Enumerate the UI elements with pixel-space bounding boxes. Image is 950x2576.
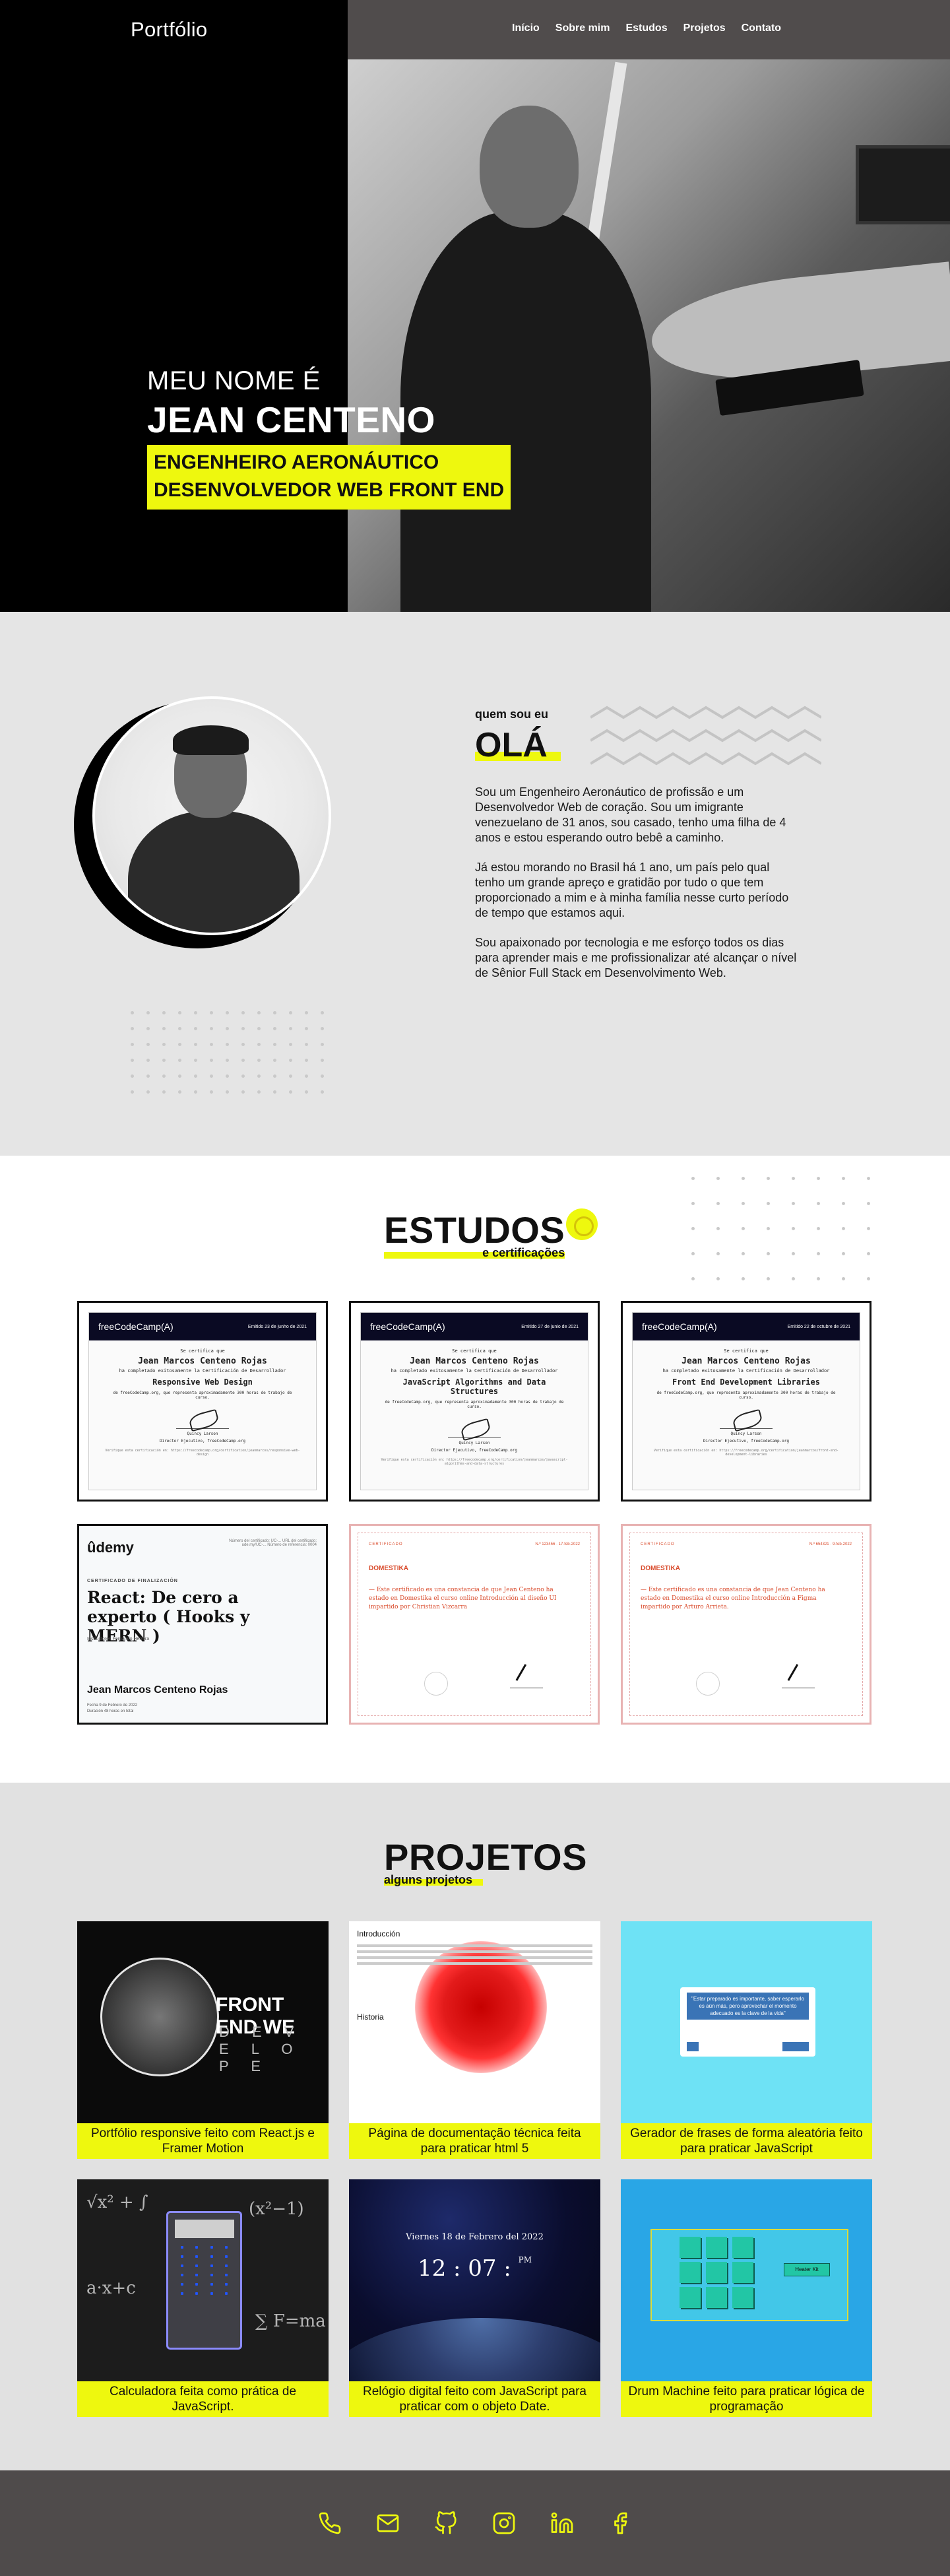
project-card[interactable]: Viernes 18 de Febrero del 2022 12 : 07 :… (349, 2179, 600, 2417)
project-caption: Drum Machine feito para praticar lógica … (621, 2381, 872, 2417)
main-nav: Início Sobre mim Estudos Projetos Contat… (512, 22, 781, 34)
project-thumbnail[interactable]: √x² + ∫ (x²−1) a·x+c ∑ F=ma (77, 2179, 329, 2381)
cert-name: Jean Marcos Centeno Rojas (138, 1356, 267, 1366)
about-text: quem sou eu OLÁ Sou um Engenheiro Aeroná… (475, 708, 798, 995)
domestika-logo: DOMESTIKA (641, 1565, 680, 1572)
certificate-card[interactable]: freeCodeCamp(A) Emitido 22 de octubre de… (621, 1301, 871, 1502)
certificate-card[interactable]: ûdemy Número del certificado: UC-... URL… (77, 1524, 328, 1725)
studies-subheading: e certificações (384, 1246, 565, 1260)
fcc-logo: freeCodeCamp(A) (370, 1321, 445, 1332)
project-caption: Gerador de frases de forma aleatória fei… (621, 2123, 872, 2159)
projects-subheading: alguns projetos (384, 1873, 587, 1887)
cert-date: Emitido 27 de junio de 2021 (521, 1324, 579, 1329)
about-body: Sou um Engenheiro Aeronáutico de profiss… (475, 785, 798, 981)
project-card[interactable]: FRONT END WE D E V E L O P E Portfólio r… (77, 1921, 329, 2159)
project-caption: Calculadora feita como prática de JavaSc… (77, 2381, 329, 2417)
cert-course: Responsive Web Design (152, 1377, 253, 1387)
certificate-card[interactable]: freeCodeCamp(A) Emitido 23 de junho de 2… (77, 1301, 328, 1502)
about-paragraph: Já estou morando no Brasil há 1 ano, um … (475, 861, 789, 919)
project-card[interactable]: Heater Kit Drum Machine feito para prati… (621, 2179, 872, 2417)
profile-photo (92, 696, 331, 935)
instagram-icon[interactable] (491, 2510, 517, 2536)
hero-name: JEAN CENTENO (147, 399, 435, 440)
cert-name: Jean Marcos Centeno Rojas (681, 1356, 811, 1366)
fcc-logo: freeCodeCamp(A) (98, 1321, 174, 1332)
nav-item-projetos[interactable]: Projetos (683, 22, 726, 34)
project-card[interactable]: √x² + ∫ (x²−1) a·x+c ∑ F=ma Calculadora … (77, 2179, 329, 2417)
hero-role-2: DESENVOLVEDOR WEB FRONT END (154, 479, 505, 501)
facebook-icon[interactable] (607, 2510, 633, 2536)
project-card[interactable]: Introducción Historia Página de document… (349, 1921, 600, 2159)
about-section: quem sou eu OLÁ Sou um Engenheiro Aeroná… (0, 612, 950, 1156)
cert-name: Jean Marcos Centeno Rojas (87, 1684, 228, 1696)
project-thumbnail[interactable]: "Estar preparado es importante, saber es… (621, 1921, 872, 2123)
twitter-icon (687, 2042, 699, 2051)
project-thumbnail[interactable]: Viernes 18 de Febrero del 2022 12 : 07 :… (349, 2179, 600, 2381)
projects-grid: FRONT END WE D E V E L O P E Portfólio r… (77, 1921, 872, 2417)
phone-icon[interactable] (317, 2510, 343, 2536)
about-kicker: quem sou eu (475, 708, 549, 721)
mail-icon[interactable] (375, 2510, 401, 2536)
signature (176, 1409, 229, 1429)
studies-section: ESTUDOS e certificações freeCodeCamp(A) … (0, 1156, 950, 1783)
studies-title: ESTUDOS e certificações (384, 1208, 565, 1260)
stamp (696, 1672, 720, 1696)
project-thumbnail[interactable]: FRONT END WE D E V E L O P E (77, 1921, 329, 2123)
cert-date: Emitido 22 de octubre de 2021 (787, 1324, 850, 1329)
cert-name: Jean Marcos Centeno Rojas (410, 1356, 539, 1366)
about-greeting: OLÁ (475, 725, 561, 765)
about-paragraph: Sou apaixonado por tecnologia e me esfor… (475, 936, 797, 979)
signature (448, 1418, 501, 1438)
project-card[interactable]: "Estar preparado es importante, saber es… (621, 1921, 872, 2159)
project-caption: Portfólio responsive feito com React.js … (77, 2123, 329, 2159)
projects-section: PROJETOS alguns projetos FRONT END WE D … (0, 1783, 950, 2470)
certificate-card[interactable]: CERTIFICADO N.º 654321 · 9-feb-2022 DOME… (621, 1524, 871, 1725)
drum-pad: Heater Kit (650, 2229, 848, 2321)
udemy-logo: ûdemy (87, 1539, 134, 1556)
fcc-logo: freeCodeCamp(A) (642, 1321, 717, 1332)
hero-subtitle: MEU NOME É (147, 366, 321, 395)
dot-pattern (131, 1011, 336, 1106)
stamp (424, 1672, 448, 1696)
nav-item-inicio[interactable]: Início (512, 22, 540, 34)
about-paragraph: Sou um Engenheiro Aeronáutico de profiss… (475, 785, 786, 844)
certificate-card[interactable]: CERTIFICADO N.º 123456 · 17-feb-2022 DOM… (349, 1524, 600, 1725)
hero-photo (348, 59, 950, 612)
calculator (166, 2211, 242, 2350)
project-thumbnail[interactable]: Introducción Historia (349, 1921, 600, 2123)
hero-roles: ENGENHEIRO AERONÁUTICO DESENVOLVEDOR WEB… (147, 445, 511, 510)
studies-heading: ESTUDOS (384, 1209, 565, 1251)
certificates-grid: freeCodeCamp(A) Emitido 23 de junho de 2… (77, 1301, 871, 1725)
domestika-logo: DOMESTIKA (369, 1565, 408, 1572)
projects-heading: PROJETOS (384, 1836, 587, 1878)
nav-item-contato[interactable]: Contato (742, 22, 781, 34)
nav-item-sobre-mim[interactable]: Sobre mim (555, 22, 610, 34)
signature (782, 1665, 815, 1688)
linkedin-icon[interactable] (549, 2510, 575, 2536)
github-icon[interactable] (433, 2510, 459, 2536)
cert-course: JavaScript Algorithms and Data Structure… (402, 1377, 546, 1396)
nav-item-estudos[interactable]: Estudos (625, 22, 667, 34)
footer (0, 2470, 950, 2576)
brand-logo[interactable]: Portfólio (131, 18, 207, 42)
signature (510, 1665, 543, 1688)
signature (720, 1409, 773, 1429)
project-caption: Relógio digital feito com JavaScript par… (349, 2381, 600, 2417)
projects-title: PROJETOS alguns projetos (384, 1835, 587, 1887)
hero-text: MEU NOME É JEAN CENTENO ENGENHEIRO AERON… (147, 366, 511, 510)
certificate-card[interactable]: freeCodeCamp(A) Emitido 27 de junio de 2… (349, 1301, 600, 1502)
cert-date: Emitido 23 de junho de 2021 (247, 1324, 307, 1329)
hero-role-1: ENGENHEIRO AERONÁUTICO (154, 451, 439, 473)
sun-icon (566, 1208, 598, 1240)
project-caption: Página de documentação técnica feita par… (349, 2123, 600, 2159)
hero-section: Portfólio Início Sobre mim Estudos Proje… (0, 0, 950, 612)
project-thumbnail[interactable]: Heater Kit (621, 2179, 872, 2381)
cert-course: Front End Development Libraries (672, 1377, 820, 1387)
clock-display: 12 : 07 : PM (417, 2255, 532, 2282)
